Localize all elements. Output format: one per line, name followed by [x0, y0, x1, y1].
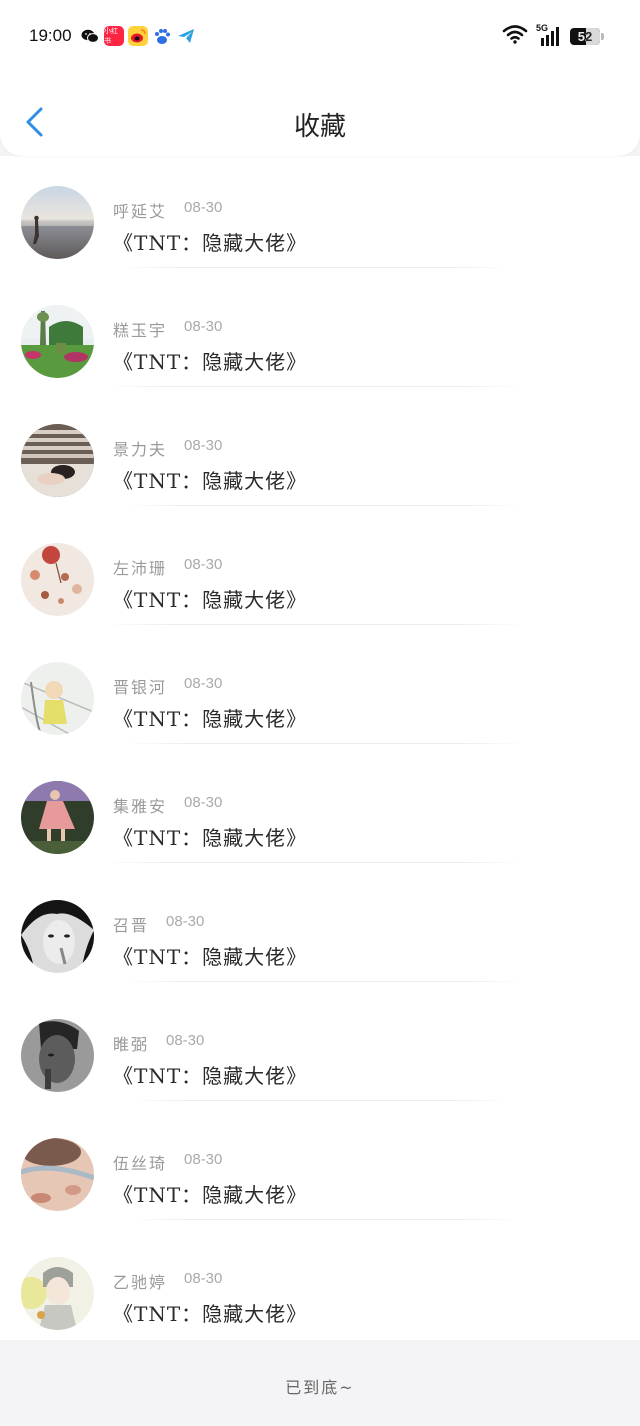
battery-icon: 52: [570, 27, 604, 45]
author-name: 伍丝琦: [113, 1154, 168, 1173]
item-date: 08-30: [166, 913, 205, 930]
status-app-icons: 小红书: [80, 26, 196, 46]
item-title[interactable]: 《TNT：隐藏大佬》: [113, 1298, 307, 1327]
author-name: 呼延艾: [113, 202, 168, 221]
list-item[interactable]: 集雅安 08-30 《TNT：隐藏大佬》: [0, 766, 640, 885]
avatar[interactable]: [21, 662, 94, 735]
item-date: 08-30: [184, 556, 223, 573]
item-title[interactable]: 《TNT：隐藏大佬》: [113, 584, 307, 613]
item-date: 08-30: [184, 437, 223, 454]
avatar[interactable]: [21, 900, 94, 973]
list-item[interactable]: 伍丝琦 08-30 《TNT：隐藏大佬》: [0, 1123, 640, 1242]
author-name: 召晋: [113, 916, 150, 935]
item-date: 08-30: [184, 1151, 223, 1168]
divider: [120, 267, 510, 268]
divider: [105, 862, 525, 863]
item-title[interactable]: 《TNT：隐藏大佬》: [113, 465, 307, 494]
author-name: 景力夫: [113, 440, 168, 459]
item-title[interactable]: 《TNT：隐藏大佬》: [113, 346, 307, 375]
divider: [125, 505, 525, 506]
cellular-signal-icon: 5G: [536, 23, 562, 47]
item-title[interactable]: 《TNT：隐藏大佬》: [113, 822, 307, 851]
status-indicators: 5G 52: [502, 23, 604, 48]
weibo-icon: [128, 26, 148, 46]
author-name: 睢弼: [113, 1035, 150, 1054]
header: 19:00 小红书 5G 52 收藏: [0, 0, 640, 156]
list-item[interactable]: 召晋 08-30 《TNT：隐藏大佬》: [0, 885, 640, 1004]
list-item[interactable]: 乙驰婷 08-30 《TNT：隐藏大佬》: [0, 1242, 640, 1361]
item-title[interactable]: 《TNT：隐藏大佬》: [113, 703, 307, 732]
list-item[interactable]: 睢弼 08-30 《TNT：隐藏大佬》: [0, 1004, 640, 1123]
item-date: 08-30: [184, 794, 223, 811]
battery-level: 52: [577, 28, 593, 44]
list-item[interactable]: 左沛珊 08-30 《TNT：隐藏大佬》: [0, 528, 640, 647]
author-name: 集雅安: [113, 797, 168, 816]
list-item[interactable]: 糕玉宇 08-30 《TNT：隐藏大佬》: [0, 290, 640, 409]
author-name: 左沛珊: [113, 559, 168, 578]
status-bar: 19:00 小红书 5G 52: [0, 0, 640, 74]
avatar[interactable]: [21, 1257, 94, 1330]
item-title[interactable]: 《TNT：隐藏大佬》: [113, 1060, 307, 1089]
avatar[interactable]: [21, 543, 94, 616]
status-time: 19:00: [29, 26, 72, 45]
list-item[interactable]: 晋银河 08-30 《TNT：隐藏大佬》: [0, 647, 640, 766]
divider: [105, 386, 525, 387]
item-title[interactable]: 《TNT：隐藏大佬》: [113, 1179, 307, 1208]
author-name: 乙驰婷: [113, 1273, 168, 1292]
avatar[interactable]: [21, 1019, 94, 1092]
divider: [130, 1219, 520, 1220]
avatar[interactable]: [21, 1138, 94, 1211]
author-name: 糕玉宇: [113, 321, 168, 340]
list-item[interactable]: 呼延艾 08-30 《TNT：隐藏大佬》: [0, 171, 640, 290]
avatar[interactable]: [21, 781, 94, 854]
avatar[interactable]: [21, 424, 94, 497]
divider: [125, 981, 525, 982]
item-title[interactable]: 《TNT：隐藏大佬》: [113, 227, 307, 256]
nav-bar: 收藏: [0, 90, 640, 156]
telegram-icon: [176, 26, 196, 46]
item-date: 08-30: [184, 318, 223, 335]
xiaohongshu-icon: 小红书: [104, 26, 124, 46]
favorites-list: 呼延艾 08-30 《TNT：隐藏大佬》 糕玉宇 08-30 《TNT：隐藏大佬…: [0, 156, 640, 1340]
xiaohongshu-label: 小红书: [104, 27, 118, 45]
list-item[interactable]: 景力夫 08-30 《TNT：隐藏大佬》: [0, 409, 640, 528]
divider: [125, 743, 525, 744]
item-date: 08-30: [166, 1032, 205, 1049]
avatar[interactable]: [21, 186, 94, 259]
page-title: 收藏: [293, 112, 346, 142]
baidu-icon: [152, 26, 172, 46]
wechat-icon: [80, 26, 100, 46]
divider: [130, 1100, 510, 1101]
favorites-screen: 19:00 小红书 5G 52 收藏 呼延艾 08-30 《TNT：隐藏大佬》 …: [0, 0, 640, 1426]
end-of-list-text: 已到底~: [285, 1378, 355, 1397]
item-date: 08-30: [184, 199, 223, 216]
divider: [105, 624, 525, 625]
item-date: 08-30: [184, 1270, 223, 1287]
item-title[interactable]: 《TNT：隐藏大佬》: [113, 941, 307, 970]
author-name: 晋银河: [113, 678, 168, 697]
item-date: 08-30: [184, 675, 223, 692]
wifi-icon: [502, 24, 528, 48]
avatar[interactable]: [21, 305, 94, 378]
